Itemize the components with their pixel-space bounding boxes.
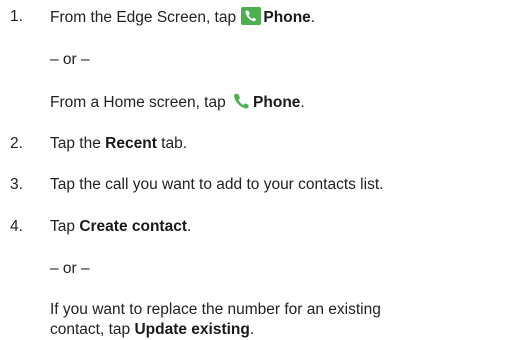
step-2-line: Tap the Recent tab. xyxy=(50,134,187,154)
instruction-page: 1. From the Edge Screen, tap Phone. – or… xyxy=(0,0,508,338)
step-1-text: From the Edge Screen, tap xyxy=(50,9,237,26)
step-4-line: Tap Create contact. xyxy=(50,217,191,237)
update-existing-label: Update existing xyxy=(134,321,250,338)
step-1-period: . xyxy=(310,9,316,26)
phone-label: Phone xyxy=(253,94,301,111)
step-3-line: Tap the call you want to add to your con… xyxy=(50,176,384,193)
phone-handset-icon xyxy=(231,92,251,110)
step-1-alt-line: From a Home screen, tap Phone. xyxy=(50,92,305,113)
step-4-alt-line-2: contact, tap Update existing. xyxy=(50,320,254,340)
phone-app-icon xyxy=(241,7,262,25)
step-1-alt-text: From a Home screen, tap xyxy=(50,94,226,111)
or-separator: – or – xyxy=(50,51,90,68)
step-4-text: Tap xyxy=(50,218,75,235)
recent-label: Recent xyxy=(105,135,157,152)
step-4-alt-text: contact, tap xyxy=(50,321,131,338)
step-number: 1. xyxy=(10,8,23,25)
step-number: 3. xyxy=(10,176,23,193)
step-number: 4. xyxy=(10,218,23,235)
step-number: 2. xyxy=(10,135,23,152)
phone-label: Phone xyxy=(263,9,311,26)
or-separator: – or – xyxy=(50,260,90,277)
step-4-alt-line-1: If you want to replace the number for an… xyxy=(50,301,381,318)
step-1-line: From the Edge Screen, tap Phone. xyxy=(50,7,315,28)
step-4-period: . xyxy=(187,218,192,235)
create-contact-label: Create contact xyxy=(79,218,187,235)
step-2-text: Tap the xyxy=(50,135,101,152)
step-4-alt-period: . xyxy=(249,321,255,338)
step-2-text-end: tab. xyxy=(161,135,188,152)
step-1-alt-period: . xyxy=(300,94,305,111)
